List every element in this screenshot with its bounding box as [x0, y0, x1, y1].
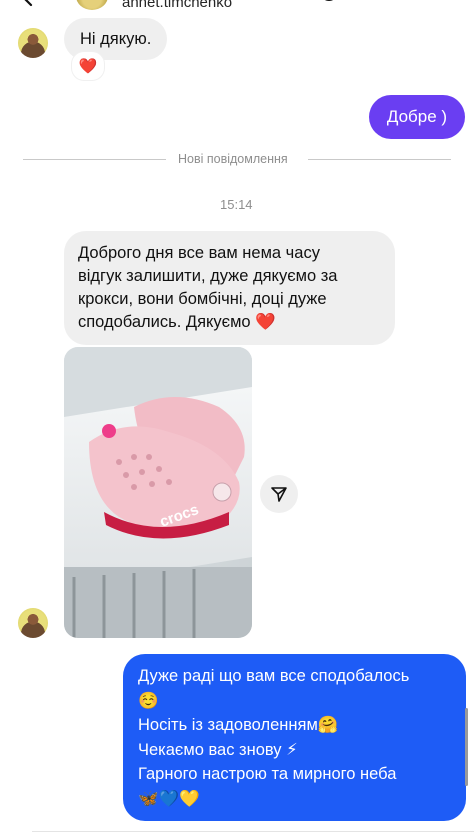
video-icon[interactable] [366, 0, 388, 10]
heart-reaction[interactable]: ❤️ [72, 52, 104, 80]
message-text: Ні дякую. [80, 29, 152, 48]
message-line: Носіть із задоволенням🤗 [138, 716, 339, 734]
message-line: Чекаємо вас знову ⚡ [138, 740, 298, 759]
divider-line-left [23, 159, 166, 160]
message-line: Гарного настрою та мирного неба [138, 765, 397, 783]
message-text: Добре ) [386, 107, 448, 126]
message-line: ☺️ [138, 691, 159, 710]
sender-avatar[interactable] [18, 608, 48, 638]
message-line: відгук залишити, дуже дякуємо за [78, 267, 338, 285]
header-username[interactable]: annet.timchenko [122, 0, 232, 11]
header-avatar[interactable] [76, 0, 108, 10]
phone-icon[interactable] [318, 0, 340, 10]
new-messages-label: Нові повідомлення [178, 152, 288, 166]
send-icon [271, 487, 287, 502]
message-line: Дуже раді що вам все сподобалось [138, 667, 410, 685]
message-line: Доброго дня все вам нема часу [78, 244, 320, 262]
divider-line-right [308, 159, 451, 160]
message-line: крокси, вони бомбічні, доці дуже [78, 290, 327, 308]
message-timestamp: 15:14 [220, 197, 253, 212]
share-button[interactable] [260, 475, 298, 513]
chat-header: annet.timchenko [0, 0, 474, 20]
scrollbar[interactable] [465, 708, 468, 786]
message-line: 🦋💙💛 [138, 789, 200, 808]
incoming-message[interactable]: Доброго дня все вам нема часу відгук зал… [64, 231, 395, 345]
outgoing-message[interactable]: Дуже раді що вам все сподобалось ☺️ Носі… [123, 654, 466, 821]
message-line: сподобались. Дякуємо ❤️ [78, 313, 276, 331]
heart-icon: ❤️ [78, 58, 98, 75]
back-arrow-icon[interactable] [18, 0, 38, 8]
composer-divider [32, 831, 474, 832]
crocs-photo: crocs [64, 347, 252, 638]
photo-message[interactable]: crocs [64, 347, 252, 638]
outgoing-message[interactable]: Добре ) [369, 95, 465, 139]
tag-icon[interactable] [424, 0, 446, 10]
sender-avatar[interactable] [18, 28, 48, 58]
